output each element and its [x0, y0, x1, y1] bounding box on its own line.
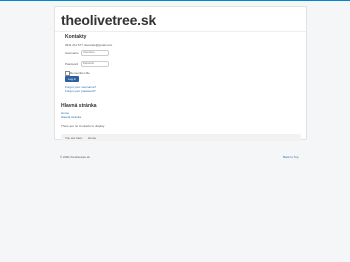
footer-copyright: © 2021 theolivetree.sk — [60, 155, 90, 159]
page-container: theolivetree.sk Kontakty 0911 211 577 ol… — [54, 6, 307, 141]
contacts-info: 0911 211 577 olivecafe@gmail.com — [65, 43, 113, 47]
remember-me-label: Remember Me — [70, 70, 90, 75]
top-accent-bar — [0, 0, 350, 1]
password-label: Password — [65, 62, 79, 66]
header-divider — [55, 31, 306, 32]
contacts-title: Kontakty — [65, 34, 87, 40]
breadcrumb-current: Home — [88, 135, 97, 140]
breadcrumb: You are here: Home — [61, 134, 301, 141]
username-input[interactable] — [81, 50, 109, 56]
site-title[interactable]: theolivetree.sk — [61, 12, 156, 28]
nav-main-page-link[interactable]: Hlavná stránka — [61, 115, 81, 119]
breadcrumb-prefix: You are here: — [65, 135, 83, 140]
forgot-password-link[interactable]: Forgot your password? — [65, 89, 96, 93]
back-to-top-link[interactable]: Back to Top — [283, 155, 299, 159]
username-label: Username — [65, 51, 79, 55]
password-input[interactable] — [81, 61, 109, 67]
main-page-title: Hlavná stránka — [61, 103, 97, 109]
login-button[interactable]: Log in — [65, 76, 79, 82]
empty-contacts-message: There are no Contacts to display — [61, 124, 105, 128]
